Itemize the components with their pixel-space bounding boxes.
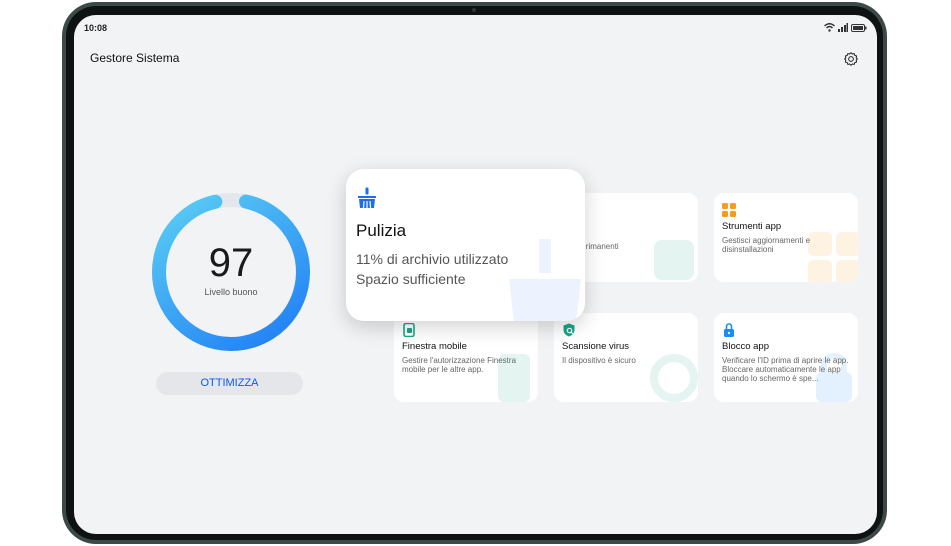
app-tools-card[interactable]: Strumenti app Gestisci aggiornamenti e d…	[714, 193, 858, 282]
front-camera	[472, 8, 476, 12]
floating-window-card[interactable]: Finestra mobile Gestire l'autorizzazione…	[394, 313, 538, 402]
score-label: Livello buono	[204, 287, 258, 297]
gear-icon[interactable]	[843, 51, 859, 67]
status-bar: 10:08	[84, 23, 867, 37]
cleanup-illustration	[509, 239, 581, 321]
screen: 10:08 Gestore Sistema 97 Livello buono O…	[74, 15, 877, 534]
score-value: 97	[208, 241, 254, 285]
status-time: 10:08	[84, 23, 108, 33]
floating-window-icon	[403, 323, 415, 337]
signal-icon	[838, 23, 848, 32]
battery-illustration	[654, 240, 694, 280]
status-icons	[824, 23, 867, 32]
virus-scan-illustration	[650, 354, 698, 402]
floating-window-illustration	[498, 354, 530, 402]
app-lock-card[interactable]: Blocco app Verificare l'ID prima di apri…	[714, 313, 858, 402]
app-lock-illustration	[816, 352, 852, 402]
optimize-button[interactable]: OTTIMIZZA	[156, 372, 303, 395]
virus-scan-card[interactable]: Scansione virus Il dispositivo è sicuro	[554, 313, 698, 402]
shield-icon	[563, 323, 575, 337]
grid-icon	[722, 203, 736, 217]
wifi-icon	[824, 23, 835, 32]
cleanup-card[interactable]: Pulizia 11% di archivio utilizzato Spazi…	[346, 169, 585, 321]
lock-icon	[724, 323, 734, 337]
battery-icon	[851, 23, 867, 32]
broom-icon	[358, 187, 376, 209]
page-title: Gestore Sistema	[90, 51, 180, 65]
app-tools-illustration	[808, 232, 858, 282]
